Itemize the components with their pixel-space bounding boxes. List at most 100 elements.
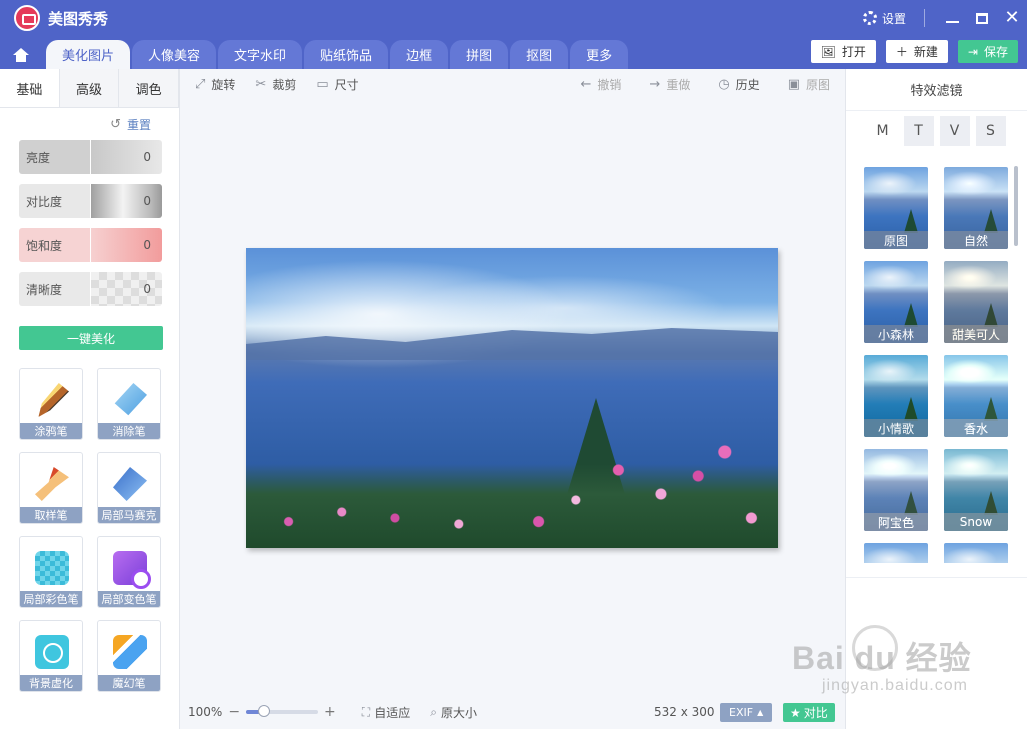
adjust-panel: 基础 高级 调色 ↺ 重置 亮度 0 对比度 0 饱和度 0 清晰度 0 一键美… xyxy=(0,69,180,729)
category-v[interactable]: V xyxy=(939,116,970,146)
rotate-button[interactable]: ⤢ 旋转 xyxy=(195,76,235,93)
edit-toolbar: ⤢ 旋转 ✂ 裁剪 ▭ 尺寸 ← 撤销 → 重做 ◷ 历史 ▣ 原图 xyxy=(181,69,845,99)
tool-label: 取样笔 xyxy=(20,507,82,523)
title-bar: 美图秀秀 设置 ✕ xyxy=(0,0,1027,36)
tool-label: 局部彩色笔 xyxy=(20,591,82,607)
effects-title: 特效滤镜 xyxy=(846,69,1027,111)
eraser-icon xyxy=(114,383,147,416)
history-button[interactable]: ◷ 历史 xyxy=(718,76,759,93)
save-button[interactable]: ⇥ 保存 xyxy=(957,40,1018,63)
fit-icon: ⛶ xyxy=(361,704,371,719)
rotate-icon: ⤢ xyxy=(195,76,206,92)
tab-portrait[interactable]: 人像美容 xyxy=(132,40,217,69)
filter-thumbnail[interactable]: 阿宝色 xyxy=(864,449,928,531)
category-m[interactable]: M xyxy=(868,116,898,146)
local-recolor-pen-tool[interactable]: 局部变色笔 xyxy=(97,536,161,608)
undo-button[interactable]: ← 撤销 xyxy=(580,76,621,93)
edited-photo[interactable] xyxy=(246,248,778,548)
filter-thumbnail[interactable]: 甜美可人 xyxy=(944,261,1008,343)
subtab-color[interactable]: 调色 xyxy=(119,69,180,107)
original-button[interactable]: ▣ 原图 xyxy=(788,76,830,93)
one-click-beautify-button[interactable]: 一键美化 xyxy=(19,326,163,350)
tool-label: 涂鸦笔 xyxy=(20,423,82,439)
filter-thumbnail[interactable]: 小情歌 xyxy=(864,355,928,437)
zoom-in-button[interactable]: + xyxy=(324,704,336,720)
watermark-url: jingyan.baidu.com xyxy=(822,677,968,694)
zoom-slider[interactable] xyxy=(246,705,319,717)
crop-button[interactable]: ✂ 裁剪 xyxy=(255,76,296,93)
filter-thumbnail[interactable] xyxy=(944,543,1008,563)
category-s[interactable]: S xyxy=(975,116,1006,146)
redo-button[interactable]: → 重做 xyxy=(649,76,690,93)
filter-thumbnail[interactable]: Snow xyxy=(944,449,1008,531)
brightness-slider[interactable]: 亮度 0 xyxy=(19,140,162,174)
app-logo-icon xyxy=(14,5,40,31)
settings-label: 设置 xyxy=(881,11,906,26)
exif-label: EXIF xyxy=(729,706,754,719)
close-button[interactable]: ✕ xyxy=(997,0,1027,36)
filter-scrollbar[interactable] xyxy=(1014,166,1018,246)
thumb-tree xyxy=(984,397,998,421)
original-label: 原图 xyxy=(805,77,830,92)
contrast-slider[interactable]: 对比度 0 xyxy=(19,184,162,218)
saturation-slider[interactable]: 饱和度 0 xyxy=(19,228,162,262)
filter-thumbnail[interactable]: 香水 xyxy=(944,355,1008,437)
tab-border[interactable]: 边框 xyxy=(390,40,449,69)
save-label: 保存 xyxy=(983,45,1008,59)
new-button[interactable]: ＋ 新建 xyxy=(885,40,948,63)
tab-collage[interactable]: 拼图 xyxy=(450,40,509,69)
home-icon xyxy=(13,47,29,62)
fit-window-button[interactable]: ⛶ 自适应 xyxy=(362,704,410,721)
sharpness-slider[interactable]: 清晰度 0 xyxy=(19,272,162,306)
filter-thumbnail[interactable]: 原图 xyxy=(864,167,928,249)
doodle-pen-tool[interactable]: 涂鸦笔 xyxy=(19,368,83,440)
subtab-basic[interactable]: 基础 xyxy=(0,69,60,107)
magic-wand-icon xyxy=(113,635,147,669)
undo-label: 撤销 xyxy=(597,77,622,92)
filter-label: 原图 xyxy=(864,231,928,249)
canvas-area xyxy=(181,99,845,699)
export-icon: ⇥ xyxy=(967,44,978,59)
reset-label: 重置 xyxy=(126,117,151,132)
caret-up-icon: ▲ xyxy=(757,708,764,717)
filter-thumbnail[interactable]: 自然 xyxy=(944,167,1008,249)
zoom-slider-knob[interactable] xyxy=(258,705,271,717)
redo-label: 重做 xyxy=(666,77,691,92)
app-title: 美图秀秀 xyxy=(48,9,109,28)
local-mosaic-tool[interactable]: 局部马赛克 xyxy=(97,452,161,524)
category-t[interactable]: T xyxy=(903,116,934,146)
local-color-pen-tool[interactable]: 局部彩色笔 xyxy=(19,536,83,608)
exif-button[interactable]: EXIF ▲ xyxy=(720,703,773,722)
settings-button[interactable]: 设置 xyxy=(862,10,906,27)
filter-thumbnail[interactable]: 小森林 xyxy=(864,261,928,343)
image-icon: ▣ xyxy=(787,76,800,92)
tab-stickers[interactable]: 贴纸饰品 xyxy=(304,40,389,69)
tab-cutout[interactable]: 抠图 xyxy=(510,40,569,69)
tab-text-watermark[interactable]: 文字水印 xyxy=(218,40,303,69)
thumb-tree xyxy=(904,209,918,233)
maximize-button[interactable] xyxy=(967,0,997,36)
minimize-button[interactable] xyxy=(937,0,967,36)
nav-bar: 美化图片 人像美容 文字水印 贴纸饰品 边框 拼图 抠图 更多 🖼 打开 ＋ 新… xyxy=(0,36,1027,69)
compare-button[interactable]: ★ 对比 xyxy=(783,703,835,722)
background-blur-tool[interactable]: 背景虚化 xyxy=(19,620,83,692)
home-button[interactable] xyxy=(0,40,42,69)
saturation-label: 饱和度 xyxy=(19,228,91,262)
original-size-button[interactable]: ⌕ 原大小 xyxy=(430,704,477,721)
reset-button[interactable]: ↺ 重置 xyxy=(0,108,179,140)
sample-pen-tool[interactable]: 取样笔 xyxy=(19,452,83,524)
magic-pen-tool[interactable]: 魔幻笔 xyxy=(97,620,161,692)
zoom-out-button[interactable]: − xyxy=(228,704,240,720)
subtab-advanced[interactable]: 高级 xyxy=(59,69,120,107)
filter-thumbnail[interactable] xyxy=(864,543,928,563)
fit-label: 自适应 xyxy=(374,705,411,720)
close-icon: ✕ xyxy=(1004,7,1020,28)
brightness-label: 亮度 xyxy=(19,140,91,174)
tab-beautify[interactable]: 美化图片 xyxy=(46,40,131,69)
resize-button[interactable]: ▭ 尺寸 xyxy=(316,76,358,93)
open-button[interactable]: 🖼 打开 xyxy=(810,40,876,63)
eraser-pen-tool[interactable]: 消除笔 xyxy=(97,368,161,440)
clock-icon: ◷ xyxy=(718,76,730,92)
tab-more[interactable]: 更多 xyxy=(570,40,629,69)
reset-icon: ↺ xyxy=(110,116,121,132)
